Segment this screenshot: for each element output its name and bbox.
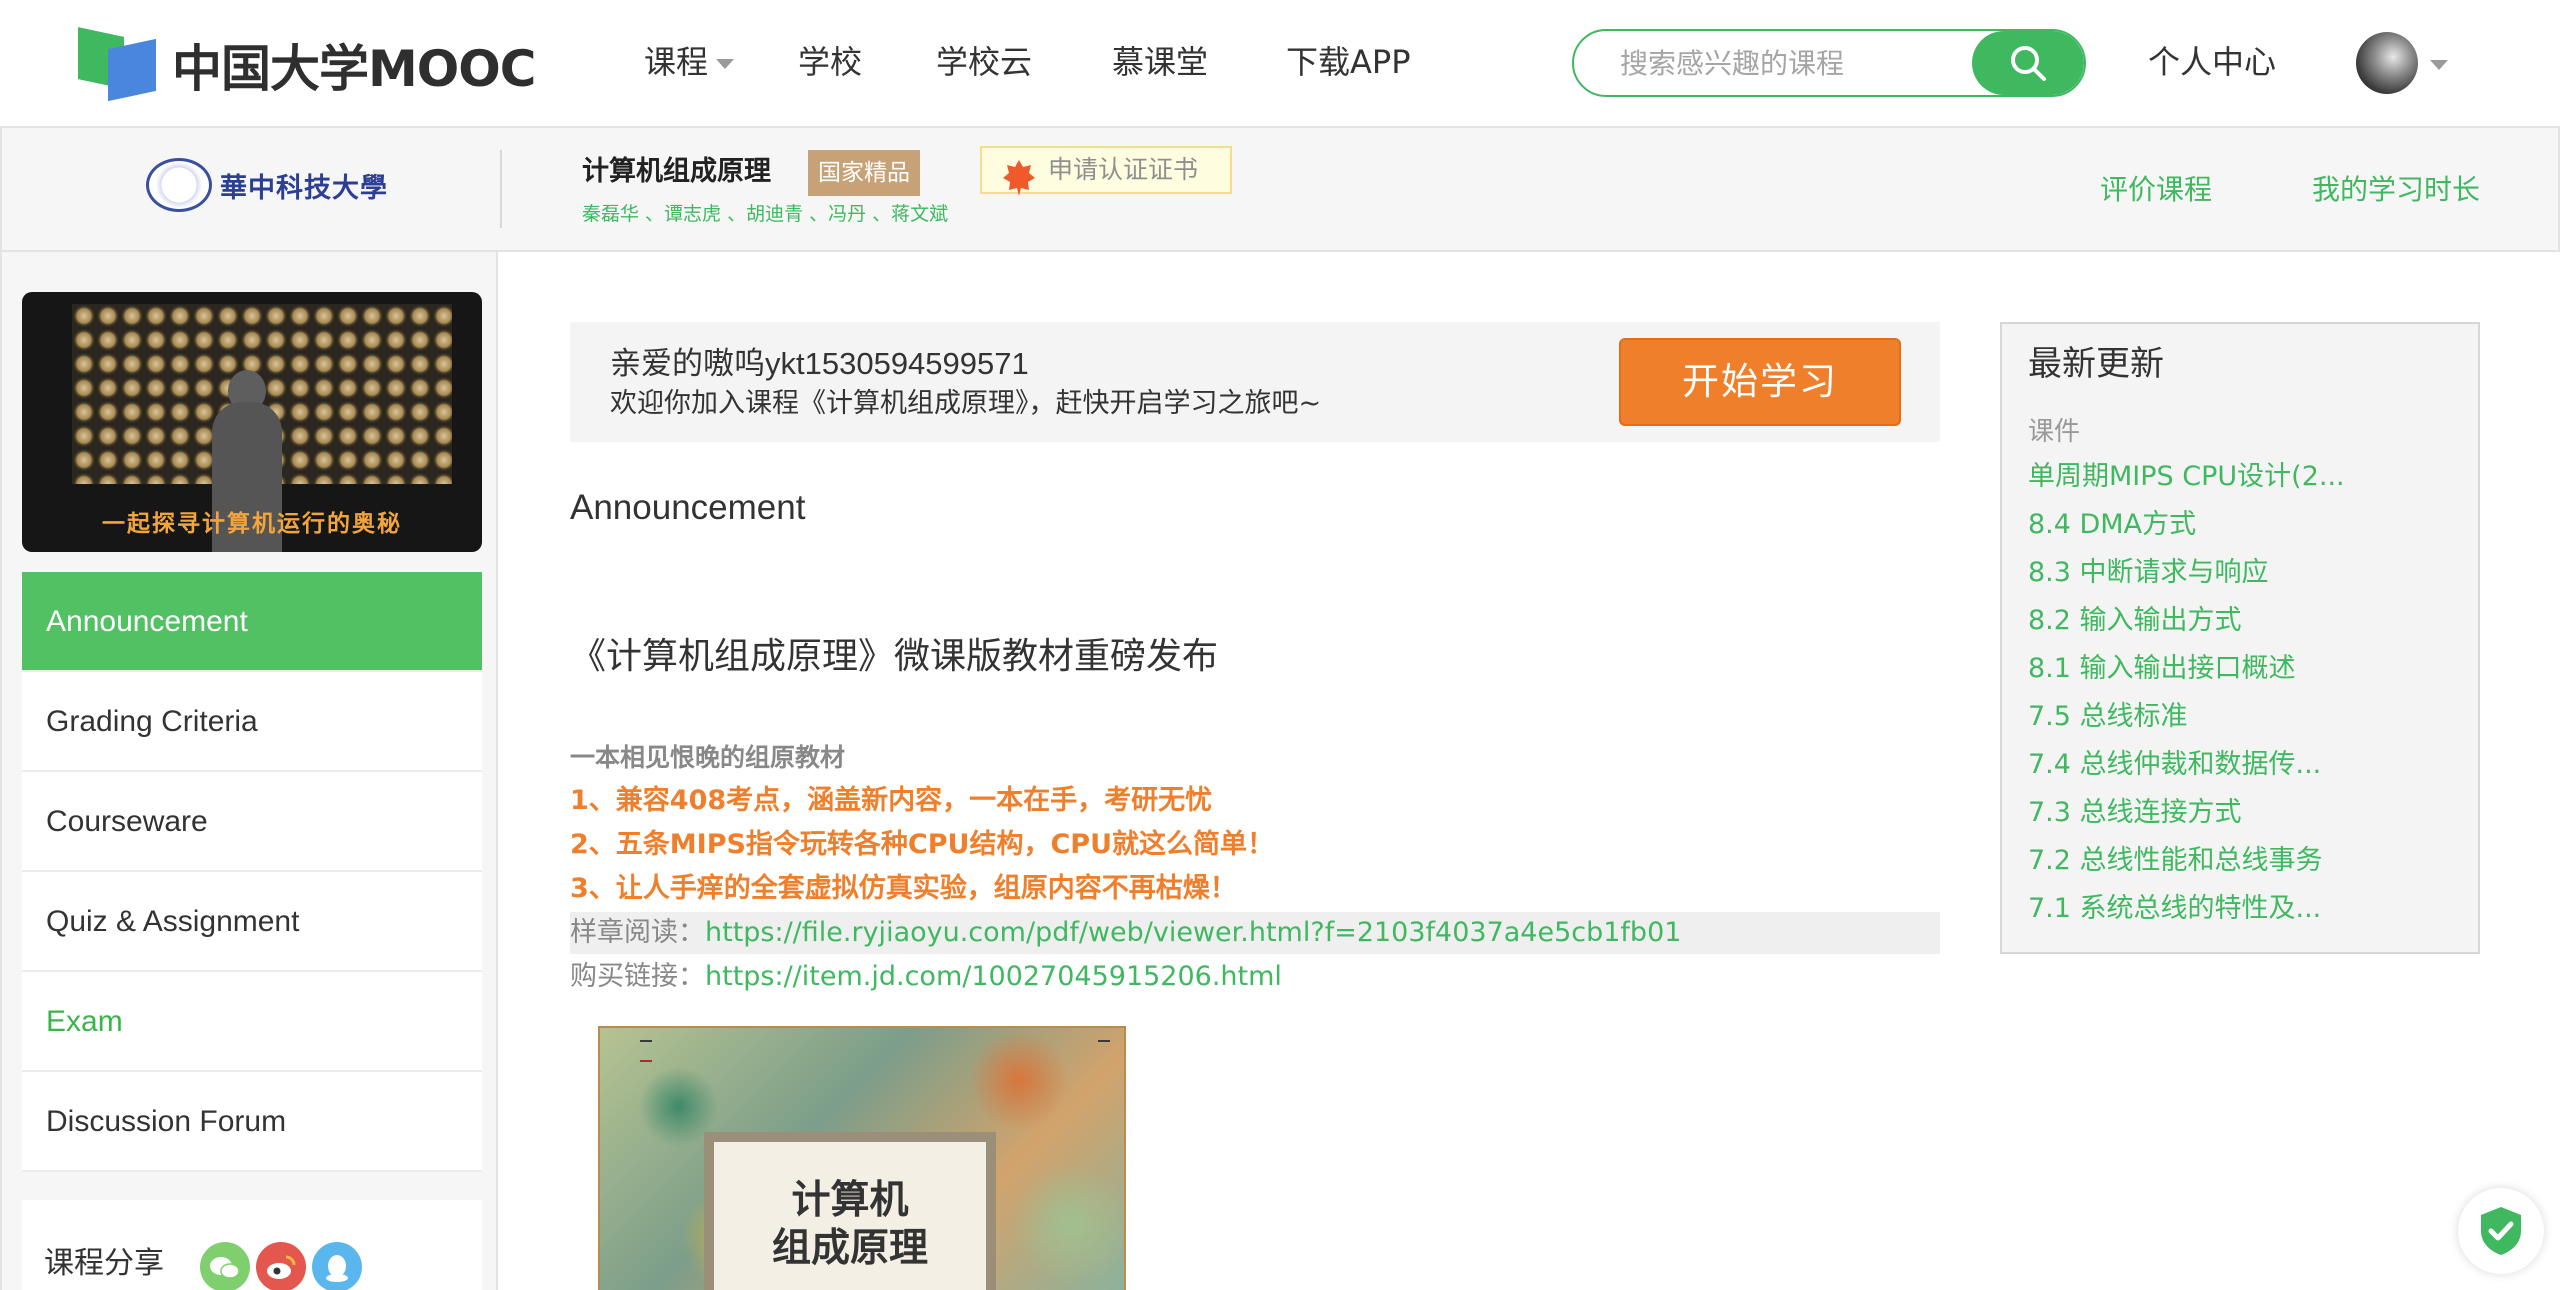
chevron-down-icon[interactable] [2430,60,2448,70]
purchase-label: 购买链接： [570,961,705,992]
nav-courses[interactable]: 课程 [644,38,735,86]
apply-certificate-button[interactable]: 申请认证证书 [980,146,1232,196]
security-shield-button[interactable] [2458,1188,2544,1274]
welcome-username: 亲爱的嗷呜ykt1530594599571 [610,346,1029,381]
school-name: 華中科技大學 [220,172,388,204]
update-item[interactable]: 7.1 系统总线的特性及... [2028,890,2321,928]
book-publisher-tag [1098,1040,1110,1042]
update-item[interactable]: 7.5 总线标准 [2028,698,2188,736]
qq-icon[interactable] [312,1242,362,1290]
latest-updates-panel: 最新更新 课件 单周期MIPS CPU设计(2... 8.4 DMA方式 8.3… [2000,322,2480,954]
announcement-point: 2、五条MIPS指令玩转各种CPU结构，CPU就这么简单！ [570,829,1274,860]
study-time-link[interactable]: 我的学习时长 [2312,170,2480,210]
rate-course-link[interactable]: 评价课程 [2100,170,2212,210]
search-icon [2011,46,2046,81]
nav-schools[interactable]: 学校 [798,38,862,86]
mooc-logo-icon [78,27,160,102]
book-series-tag [640,1040,652,1042]
announcement-subtitle: 一本相见恨晚的组原教材 [570,743,846,772]
section-title: Announcement [570,488,806,527]
update-item[interactable]: 7.2 总线性能和总线事务 [2028,842,2323,880]
announcement-point: 1、兼容408考点，涵盖新内容，一本在手，考研无忧 [570,785,1213,816]
site-logo[interactable]: 中国大学MOOC [78,27,536,102]
search-input[interactable] [1574,31,1974,95]
nav-download-app[interactable]: 下载APP [1286,38,1411,86]
announcement-point: 3、让人手痒的全套虚拟仿真实验，组原内容不再枯燥！ [570,873,1237,904]
book-title-line: 组成原理 [771,1225,928,1271]
school-seal-icon [146,158,212,212]
weibo-icon[interactable] [256,1242,306,1290]
purchase-link-row: 购买链接：https://item.jd.com/10027045915206.… [570,956,1940,998]
update-item[interactable]: 8.3 中断请求与响应 [2028,554,2269,592]
update-item[interactable]: 8.1 输入输出接口概述 [2028,650,2296,688]
course-share: 课程分享 [22,1200,482,1290]
course-banner-image: 一起探寻计算机运行的奥秘 [22,292,482,552]
menu-quiz-assignment[interactable]: Quiz & Assignment [22,872,482,972]
course-title: 计算机组成原理 [582,156,771,187]
shield-check-icon [2481,1207,2521,1255]
banner-caption: 一起探寻计算机运行的奥秘 [102,511,402,537]
textbook-cover-image: 计算机 组成原理 [598,1026,1126,1290]
update-item[interactable]: 8.2 输入输出方式 [2028,602,2242,640]
course-menu: Announcement Grading Criteria Courseware… [22,572,482,1172]
teacher-list[interactable]: 秦磊华 、谭志虎 、胡迪青 、冯丹 、蒋文斌 [582,200,948,228]
updates-category: 课件 [2028,417,2081,447]
divider [500,150,502,228]
wechat-icon[interactable] [200,1242,250,1290]
chevron-down-icon [716,59,735,69]
national-quality-badge: 国家精品 [808,150,920,196]
book-title: 计算机 组成原理 [714,1176,986,1272]
book-title-panel: 计算机 组成原理 [704,1132,996,1290]
update-item[interactable]: 单周期MIPS CPU设计(2... [2028,458,2345,496]
school-logo[interactable]: 華中科技大學 [146,158,388,212]
personal-center-link[interactable]: 个人中心 [2148,38,2276,86]
announcement-title: 《计算机组成原理》微课版教材重磅发布 [570,636,1219,677]
course-sidebar: 一起探寻计算机运行的奥秘 Announcement Grading Criter… [0,252,498,1290]
nav-mooc-classroom[interactable]: 慕课堂 [1112,38,1208,86]
menu-grading-criteria[interactable]: Grading Criteria [22,672,482,772]
start-learning-button[interactable]: 开始学习 [1619,338,1901,426]
update-item[interactable]: 7.4 总线仲裁和数据传... [2028,746,2321,784]
menu-discussion-forum[interactable]: Discussion Forum [22,1072,482,1172]
search-box [1572,29,2086,97]
course-header: 華中科技大學 计算机组成原理 国家精品 申请认证证书 秦磊华 、谭志虎 、胡迪青… [0,128,2560,252]
update-item[interactable]: 8.4 DMA方式 [2028,506,2196,544]
update-item[interactable]: 7.3 总线连接方式 [2028,794,2242,832]
top-navigation-bar: 中国大学MOOC 课程 学校 学校云 慕课堂 下载APP 个人中心 [0,0,2560,128]
sample-reading-link[interactable]: https://file.ryjiaoyu.com/pdf/web/viewer… [705,917,1681,948]
menu-announcement[interactable]: Announcement [22,572,482,672]
menu-courseware[interactable]: Courseware [22,772,482,872]
share-label: 课程分享 [44,1246,164,1281]
book-cover-header [600,1028,1124,1098]
apply-certificate-label: 申请认证证书 [1048,155,1199,184]
avatar[interactable] [2356,32,2418,94]
book-series-tag [640,1060,652,1062]
book-title-line: 计算机 [791,1177,909,1223]
logo-text: 中国大学MOOC [172,40,536,98]
nav-school-cloud[interactable]: 学校云 [936,38,1032,86]
welcome-message: 欢迎你加入课程《计算机组成原理》，赶快开启学习之旅吧~ [610,388,1322,419]
search-button[interactable] [1972,31,2084,95]
certificate-medal-icon [1003,160,1035,196]
sample-reading-row: 样章阅读：https://file.ryjiaoyu.com/pdf/web/v… [570,912,1940,954]
nav-courses-label: 课程 [644,43,709,81]
latest-updates-title: 最新更新 [2028,344,2164,384]
sample-reading-label: 样章阅读： [570,917,705,948]
welcome-panel: 亲爱的嗷呜ykt1530594599571 欢迎你加入课程《计算机组成原理》，赶… [570,322,1940,442]
purchase-link[interactable]: https://item.jd.com/10027045915206.html [705,961,1282,992]
menu-exam[interactable]: Exam [22,972,482,1072]
